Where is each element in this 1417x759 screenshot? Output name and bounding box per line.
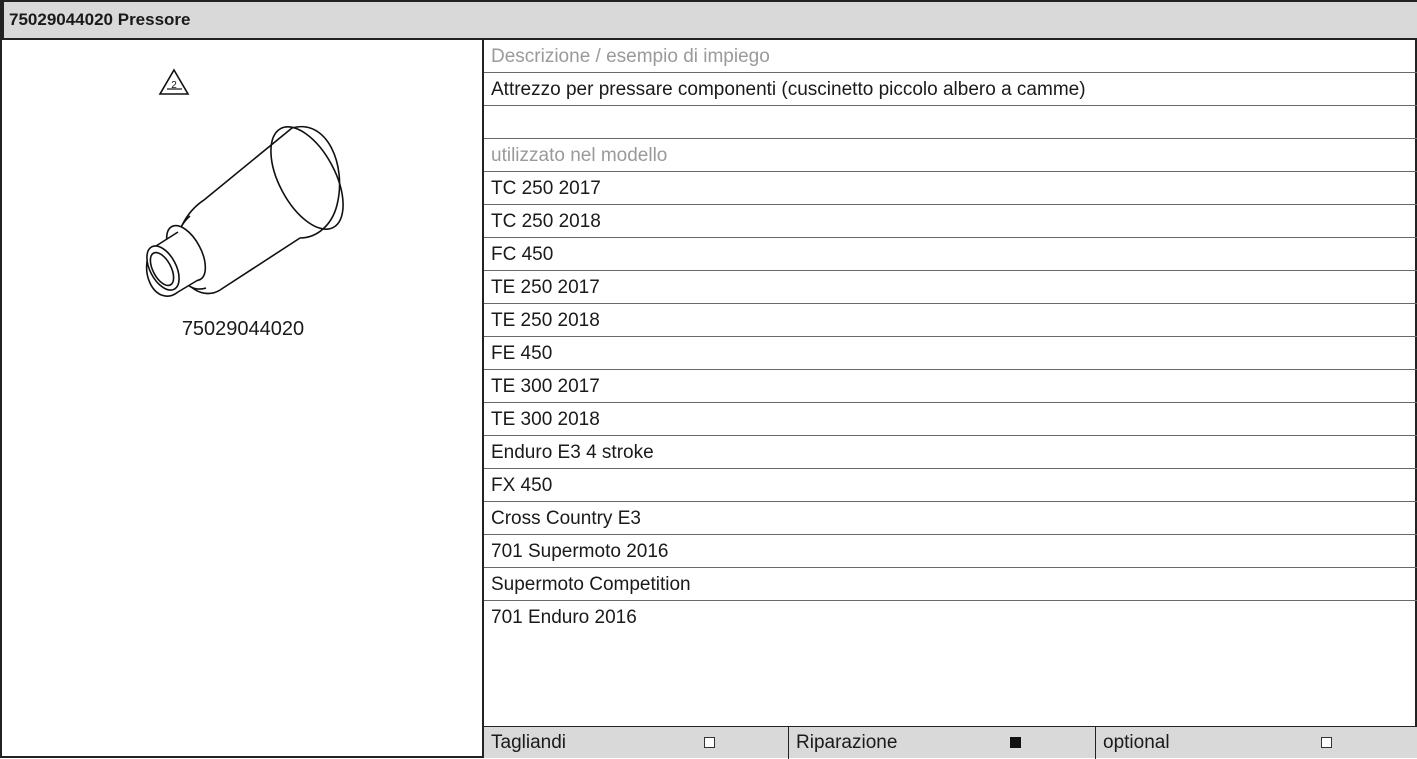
model-item: 701 Supermoto 2016 [484,535,1417,568]
details-panel: Descrizione / esempio di impiego Attrezz… [484,40,1417,759]
tool-sheet: 75029044020 Pressore 2 75029044020 Descr… [0,0,1417,759]
model-item: TC 250 2017 [484,172,1417,205]
category-label: Riparazione [796,732,898,753]
tool-image-panel: 2 75029044020 [2,40,484,758]
model-item: 701 Enduro 2016 [491,607,637,628]
warning-triangle-icon: 2 [158,68,190,95]
spacer-row [484,106,1417,139]
model-item: TE 250 2017 [484,271,1417,304]
model-item: FX 450 [484,469,1417,502]
model-item: Enduro E3 4 stroke [484,436,1417,469]
category-optional: optional [1096,727,1417,759]
model-item: TC 250 2018 [484,205,1417,238]
model-item: TE 300 2017 [484,370,1417,403]
page-title: 75029044020 Pressore [2,0,1417,40]
category-label: Tagliandi [491,732,566,753]
model-item: Supermoto Competition [484,568,1417,601]
description-text: Attrezzo per pressare componenti (cuscin… [484,73,1417,106]
optional-checkbox [1321,737,1332,748]
category-bar: Tagliandi Riparazione optional [484,726,1417,759]
press-tool-illustration [145,125,344,297]
warning-number: 2 [171,80,177,91]
model-item: FC 450 [484,238,1417,271]
part-number-label: 75029044020 [181,318,305,340]
model-item: TE 300 2018 [484,403,1417,436]
category-riparazione: Riparazione [789,727,1096,759]
model-item: Cross Country E3 [484,502,1417,535]
riparazione-checkbox [1010,737,1021,748]
description-label: Descrizione / esempio di impiego [484,40,1417,73]
category-label: optional [1103,732,1170,753]
model-item: TE 250 2018 [484,304,1417,337]
models-label: utilizzato nel modello [484,139,1417,172]
tagliandi-checkbox [704,737,715,748]
model-item: FE 450 [484,337,1417,370]
category-tagliandi: Tagliandi [484,727,789,759]
